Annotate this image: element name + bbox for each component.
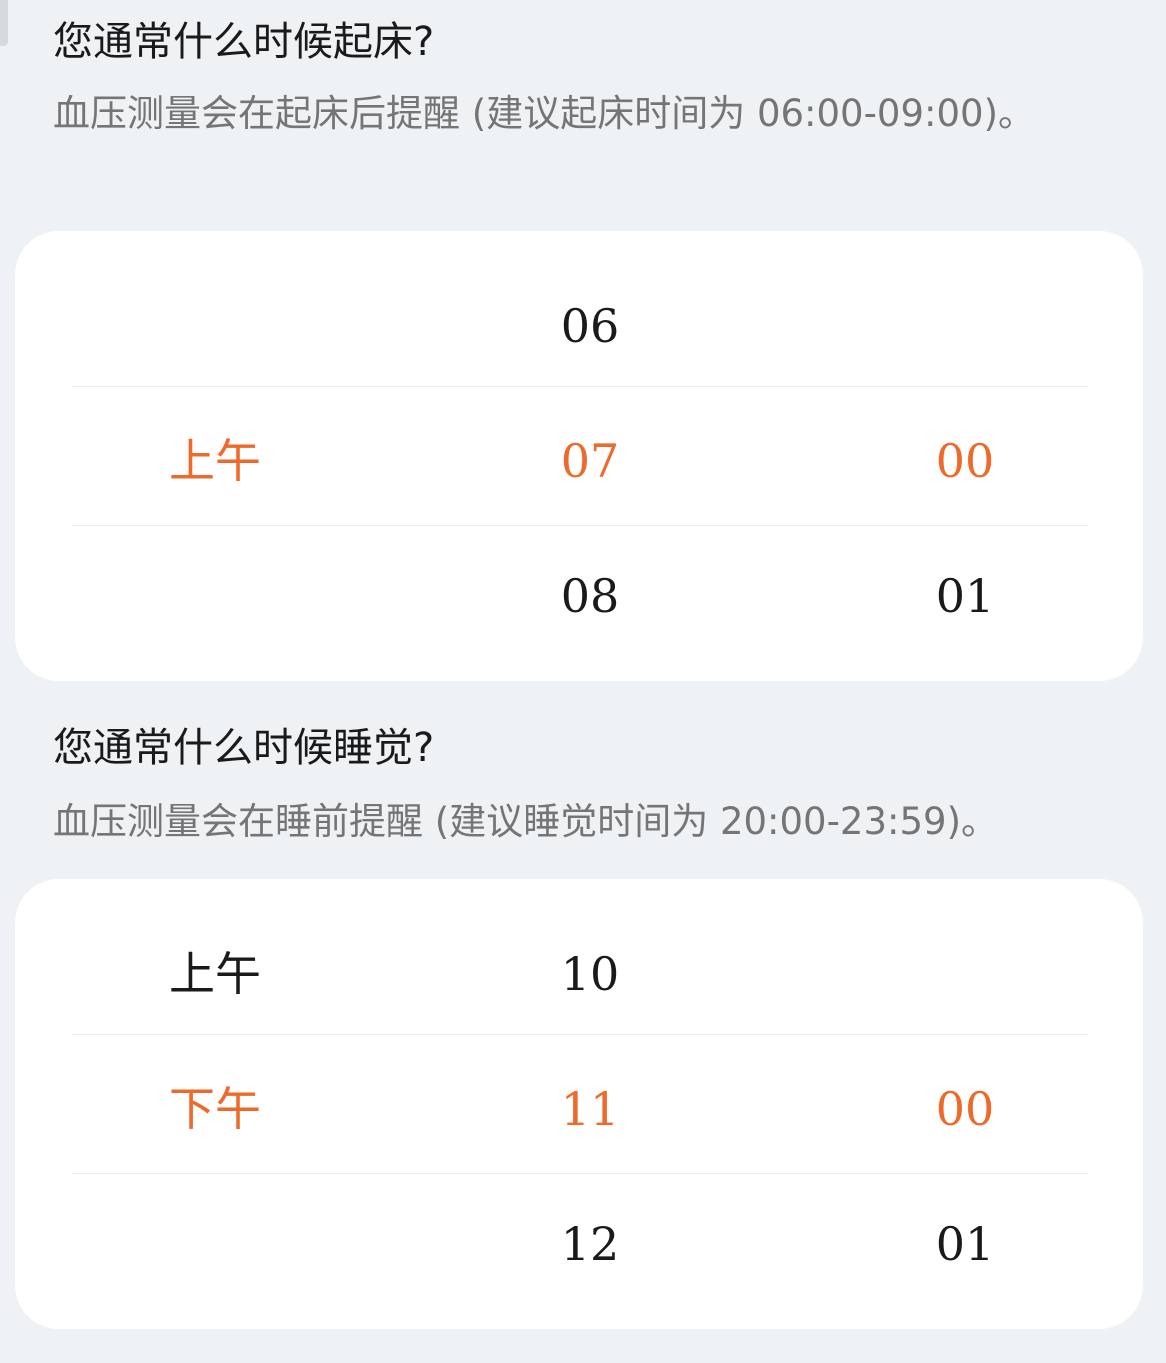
wake-minute-prev[interactable] (845, 286, 1085, 366)
sleep-hour-selected[interactable]: 11 (470, 1069, 710, 1149)
sleep-period-next[interactable] (95, 1204, 335, 1284)
wake-hour-next[interactable]: 08 (470, 556, 710, 636)
wake-period-next[interactable] (95, 556, 335, 636)
picker-divider-bottom (72, 525, 1088, 526)
sleep-time-picker[interactable]: 上午 下午 10 11 12 00 01 (15, 879, 1143, 1329)
picker-divider-top (72, 1034, 1088, 1035)
picker-divider-top (72, 386, 1088, 387)
sleep-minute-selected[interactable]: 00 (845, 1069, 1085, 1149)
sleep-time-description: 血压测量会在睡前提醒 (建议睡觉时间为 20:00-23:59)。 (53, 800, 998, 843)
wake-time-picker[interactable]: 上午 06 07 08 00 01 (15, 231, 1143, 681)
wake-minute-selected[interactable]: 00 (845, 421, 1085, 501)
sleep-period-prev[interactable]: 上午 (95, 934, 335, 1014)
wake-period-selected[interactable]: 上午 (95, 421, 335, 501)
picker-divider-bottom (72, 1173, 1088, 1174)
sleep-time-title: 您通常什么时候睡觉? (53, 725, 435, 771)
wake-period-prev[interactable] (95, 286, 335, 366)
wake-time-description: 血压测量会在起床后提醒 (建议起床时间为 06:00-09:00)。 (53, 92, 1035, 135)
wake-time-title: 您通常什么时候起床? (53, 19, 435, 65)
sleep-hour-next[interactable]: 12 (470, 1204, 710, 1284)
scroll-indicator (0, 0, 8, 46)
sleep-minute-prev[interactable] (845, 934, 1085, 1014)
sleep-period-selected[interactable]: 下午 (95, 1069, 335, 1149)
sleep-hour-prev[interactable]: 10 (470, 934, 710, 1014)
wake-minute-next[interactable]: 01 (845, 556, 1085, 636)
wake-hour-prev[interactable]: 06 (470, 286, 710, 366)
sleep-minute-next[interactable]: 01 (845, 1204, 1085, 1284)
wake-hour-selected[interactable]: 07 (470, 421, 710, 501)
